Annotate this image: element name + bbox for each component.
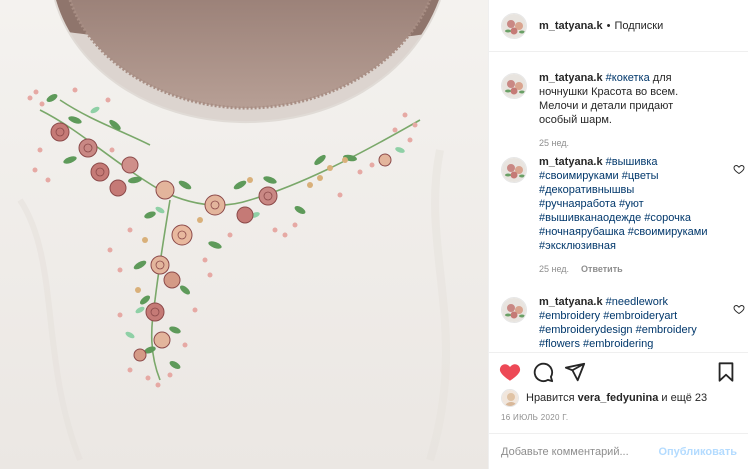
comment-body: m_tatyana.k #вышивка #своимируками #цвет…: [539, 155, 714, 276]
post-photo[interactable]: [0, 0, 488, 469]
comment-username[interactable]: m_tatyana.k: [539, 296, 603, 308]
following-button[interactable]: Подписки: [614, 20, 663, 32]
bookmark-icon[interactable]: [715, 361, 737, 383]
comments-list[interactable]: m_tatyana.k #кокетка для ночнушки Красот…: [489, 53, 748, 349]
post-header: m_tatyana.k • Подписки: [489, 0, 748, 52]
avatar[interactable]: [501, 73, 527, 99]
add-comment-bar: Опубликовать: [489, 433, 748, 469]
likes-summary[interactable]: Нравится vera_fedyunina и ещё 23: [501, 389, 707, 407]
avatar-image: [502, 13, 526, 38]
header-username[interactable]: m_tatyana.k: [539, 20, 603, 32]
caption: m_tatyana.k #кокетка для ночнушки Красот…: [501, 71, 745, 150]
comment-meta: 25 нед. Ответить: [539, 262, 714, 276]
likes-suffix[interactable]: и ещё 23: [661, 392, 707, 404]
comment-body: m_tatyana.k #needlework #embroidery #emb…: [539, 295, 714, 349]
reply-button[interactable]: Ответить: [581, 262, 623, 276]
speech-bubble-icon[interactable]: [532, 361, 554, 383]
caption-time[interactable]: 25 нед.: [539, 136, 569, 150]
header-separator: •: [606, 19, 611, 32]
embroidery-photo: [0, 0, 488, 469]
post-side-panel: m_tatyana.k • Подписки m_tatyana.k #коке…: [488, 0, 748, 469]
post-viewer: m_tatyana.k • Подписки m_tatyana.k #коке…: [0, 0, 748, 469]
liker-avatar[interactable]: [501, 389, 519, 407]
comment-like-heart-icon[interactable]: [733, 303, 745, 315]
action-bar: [489, 352, 748, 388]
avatar[interactable]: [501, 157, 527, 183]
publish-button[interactable]: Опубликовать: [658, 446, 737, 458]
paper-plane-icon[interactable]: [564, 361, 586, 383]
avatar-image: [502, 74, 526, 98]
comment-username[interactable]: m_tatyana.k: [539, 156, 603, 168]
likes-prefix: Нравится: [526, 392, 575, 404]
comment-item: m_tatyana.k #вышивка #своимируками #цвет…: [501, 155, 745, 276]
liker-username[interactable]: vera_fedyunina: [578, 392, 659, 404]
caption-meta: 25 нед.: [539, 136, 714, 150]
avatar[interactable]: [501, 12, 527, 39]
comment-like-heart-icon[interactable]: [733, 163, 745, 175]
avatar[interactable]: [501, 297, 527, 323]
caption-username[interactable]: m_tatyana.k: [539, 72, 603, 84]
comment-item: m_tatyana.k #needlework #embroidery #emb…: [501, 295, 745, 349]
add-comment-input[interactable]: [501, 445, 659, 458]
post-date[interactable]: 16 ИЮЛЬ 2020 Г.: [501, 413, 568, 422]
caption-hashtag[interactable]: #кокетка: [606, 72, 650, 84]
caption-body: m_tatyana.k #кокетка для ночнушки Красот…: [539, 71, 714, 150]
heart-filled-icon[interactable]: [499, 361, 521, 383]
liker-avatar-image: [502, 390, 518, 406]
comment-hashtags[interactable]: #вышивка #своимируками #цветы #декоратив…: [539, 156, 707, 252]
avatar-image: [502, 298, 526, 322]
avatar-image: [502, 158, 526, 182]
comment-time[interactable]: 25 нед.: [539, 262, 569, 276]
